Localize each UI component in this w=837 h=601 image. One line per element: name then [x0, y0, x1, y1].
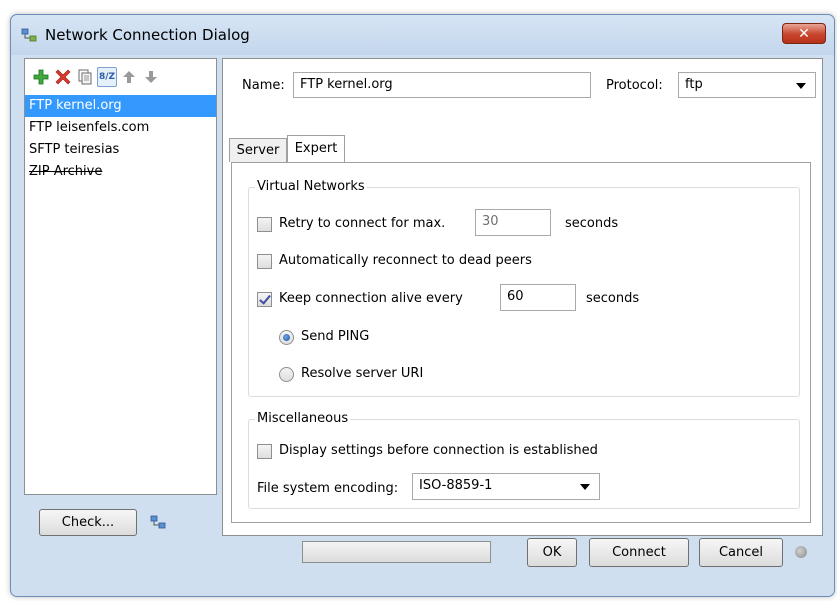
reconnect-label: Automatically reconnect to dead peers [279, 253, 532, 268]
name-label: Name: [242, 78, 285, 93]
tab-server[interactable]: Server [229, 138, 287, 162]
protocol-value: ftp [685, 77, 703, 92]
status-indicator-icon [795, 546, 807, 558]
dialog-window: Network Connection Dialog ✕ 8/Z FTP kern… [10, 14, 835, 597]
add-icon[interactable] [31, 67, 51, 87]
encoding-label: File system encoding: [257, 481, 399, 496]
retry-checkbox[interactable] [257, 217, 272, 232]
chevron-down-icon [796, 83, 806, 89]
connection-list: FTP kernel.org FTP leisenfels.com SFTP t… [25, 95, 216, 183]
sort-icon[interactable]: 8/Z [97, 67, 117, 87]
resolve-uri-label: Resolve server URI [301, 366, 424, 381]
check-button[interactable]: Check... [39, 509, 137, 536]
protocol-label: Protocol: [606, 78, 663, 93]
connection-list-panel: 8/Z FTP kernel.org FTP leisenfels.com SF… [24, 58, 217, 495]
list-item[interactable]: FTP leisenfels.com [25, 117, 216, 139]
reconnect-checkbox[interactable] [257, 254, 272, 269]
cancel-button[interactable]: Cancel [699, 538, 783, 567]
protocol-select[interactable]: ftp [678, 72, 816, 98]
close-button[interactable]: ✕ [782, 23, 826, 44]
keepalive-label: Keep connection alive every [279, 291, 463, 306]
window-title: Network Connection Dialog [45, 26, 250, 44]
connection-details-panel: Name: FTP kernel.org Protocol: ftp Serve… [222, 58, 823, 536]
up-arrow-icon[interactable] [119, 67, 139, 87]
list-item[interactable]: SFTP teiresias [25, 139, 216, 161]
display-settings-label: Display settings before connection is es… [279, 443, 598, 458]
keepalive-checkbox[interactable] [257, 292, 272, 307]
retry-label: Retry to connect for max. [279, 216, 446, 231]
list-item[interactable]: FTP kernel.org [25, 95, 216, 117]
name-input[interactable]: FTP kernel.org [293, 72, 591, 98]
connection-progress-bar [302, 541, 491, 563]
connect-button[interactable]: Connect [589, 538, 689, 567]
virtual-networks-title: Virtual Networks [255, 179, 367, 194]
tab-expert[interactable]: Expert [287, 135, 345, 162]
network-status-icon [150, 515, 166, 529]
ok-button[interactable]: OK [527, 538, 577, 567]
resolve-uri-radio[interactable] [279, 367, 294, 382]
keepalive-unit-label: seconds [586, 291, 640, 306]
list-item[interactable]: ZIP Archive [25, 161, 216, 183]
retry-seconds-input[interactable]: 30 [475, 209, 551, 236]
down-arrow-icon[interactable] [141, 67, 161, 87]
sort-icon-label: 8/Z [98, 72, 116, 82]
title-bar[interactable]: Network Connection Dialog ✕ [11, 15, 834, 55]
send-ping-radio[interactable] [279, 330, 294, 345]
send-ping-label: Send PING [301, 329, 370, 344]
chevron-down-icon [580, 484, 590, 490]
miscellaneous-title: Miscellaneous [255, 411, 351, 426]
encoding-value: ISO-8859-1 [419, 478, 493, 493]
encoding-select[interactable]: ISO-8859-1 [412, 473, 600, 500]
delete-icon[interactable] [53, 67, 73, 87]
expert-tab-panel: Virtual Networks Retry to connect for ma… [231, 162, 811, 523]
display-settings-checkbox[interactable] [257, 444, 272, 459]
retry-unit-label: seconds [565, 216, 619, 231]
keepalive-seconds-input[interactable]: 60 [500, 284, 576, 311]
network-icon [21, 28, 37, 42]
copy-icon[interactable] [75, 67, 95, 87]
